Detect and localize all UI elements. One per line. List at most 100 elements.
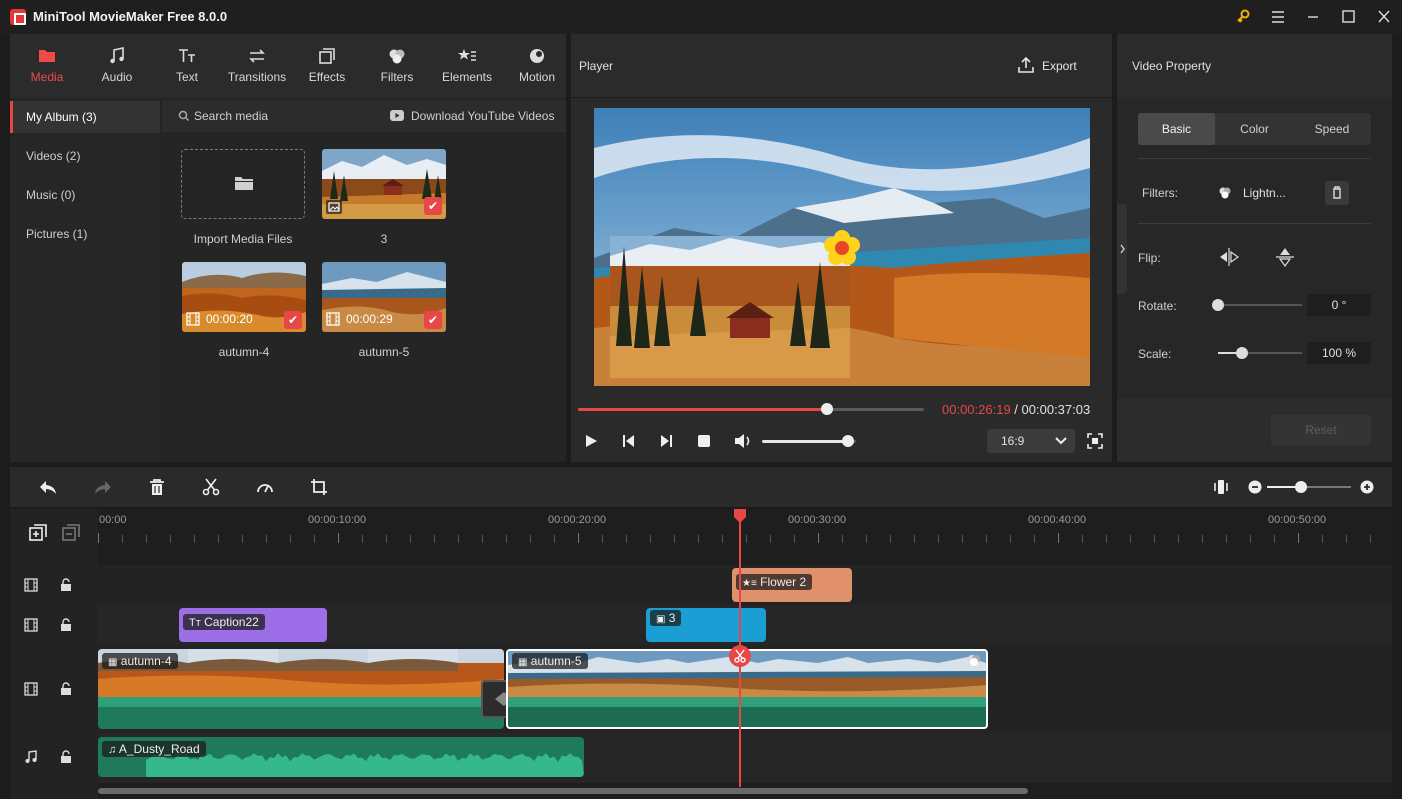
tab-filters[interactable]: Filters [362,34,432,98]
key-icon[interactable] [1228,5,1258,29]
ruler-tick [1034,535,1035,543]
crop-icon[interactable] [310,478,328,496]
remove-track-icon[interactable] [62,524,80,542]
tab-elements[interactable]: Elements [432,34,502,98]
play-button[interactable] [583,433,599,449]
flip-vertical-icon[interactable] [1273,246,1297,268]
lock-icon[interactable] [60,618,72,632]
video-preview[interactable] [594,108,1090,386]
rotate-slider[interactable] [1212,299,1302,311]
tab-label: Filters [380,70,414,84]
add-track-icon[interactable] [29,524,47,542]
video-clip-autumn-4[interactable]: ▦ autumn-4 [98,649,504,729]
panel-collapse-handle[interactable] [1117,204,1127,294]
album-item-videos[interactable]: Videos (2) [10,140,160,172]
scale-slider[interactable] [1218,347,1302,359]
speed-icon[interactable] [255,478,275,496]
sticker-clip[interactable]: ★≡ Flower 2 [732,568,852,602]
video-clip-label: ▦ autumn-5 [512,653,588,669]
next-frame-button[interactable] [658,433,674,449]
divider [1138,223,1371,224]
tab-color[interactable]: Color [1216,113,1293,145]
caption-clip[interactable]: Tт Caption22 [179,608,327,642]
maximize-button[interactable] [1333,5,1363,29]
timeline-scrollbar[interactable] [98,788,1028,794]
checked-icon[interactable]: ✔ [424,197,442,215]
volume-slider[interactable] [762,435,856,447]
zoom-in-icon[interactable] [1360,480,1374,494]
current-time: 00:00:26:19 [942,402,1011,417]
tab-speed[interactable]: Speed [1293,113,1371,145]
tab-label: Motion [518,70,556,84]
close-button[interactable] [1369,5,1399,29]
media-thumb-picture[interactable]: ✔ [322,149,446,219]
timeline: 00:00 00:00:10:00 00:00:20:00 00:00:30:0… [10,509,1392,799]
timeline-toolbar [10,467,1392,507]
minimize-button[interactable] [1298,5,1328,29]
tab-text[interactable]: Text [152,34,222,98]
search-input[interactable]: Search media [194,109,268,123]
volume-icon[interactable] [733,432,753,450]
ruler-tick [1346,535,1347,543]
ruler-tick [1298,533,1299,543]
music-clip[interactable]: ♫ A_Dusty_Road [98,737,584,777]
lock-icon[interactable] [60,682,72,696]
ruler-tick [1322,535,1323,543]
playhead-handle[interactable] [734,509,746,523]
music-clip-name: A_Dusty_Road [118,742,200,756]
progress-knob[interactable] [821,403,833,415]
media-thumb-video[interactable]: 00:00:29 ✔ [322,262,446,332]
tab-motion[interactable]: Motion [502,34,572,98]
volume-knob[interactable] [842,435,854,447]
menu-icon[interactable] [1263,5,1293,29]
split-scissors-icon[interactable] [729,645,751,667]
undo-icon[interactable] [38,478,58,496]
music-clip-label: ♫ A_Dusty_Road [102,741,206,757]
filter-applied-icon [966,653,982,667]
search-icon [178,110,190,122]
export-button[interactable]: Export [1042,59,1077,73]
rotate-knob[interactable] [1212,299,1224,311]
filter-value: Lightn... [1243,186,1286,200]
tab-media[interactable]: Media [12,34,82,98]
album-item-music[interactable]: Music (0) [10,179,160,211]
tab-basic[interactable]: Basic [1138,113,1215,145]
zoom-out-icon[interactable] [1248,480,1262,494]
tab-audio[interactable]: Audio [82,34,152,98]
previous-frame-button[interactable] [621,433,637,449]
reset-button[interactable]: Reset [1271,415,1371,445]
download-youtube-link[interactable]: Download YouTube Videos [411,109,554,123]
delete-filter-button[interactable] [1325,181,1349,205]
redo-icon[interactable] [93,478,113,496]
ruler-tick [914,535,915,543]
rotate-value-input[interactable]: 0 ° [1307,294,1371,316]
checked-icon[interactable]: ✔ [284,311,302,329]
scale-knob[interactable] [1236,347,1248,359]
fit-timeline-icon[interactable] [1213,478,1229,496]
import-media-button[interactable] [181,149,305,219]
delete-icon[interactable] [148,478,166,496]
audio-strip [508,697,986,707]
ruler-tick [938,535,939,543]
film-icon [186,312,200,326]
zoom-knob[interactable] [1295,481,1307,493]
album-item-my-album[interactable]: My Album (3) [10,101,160,133]
ruler-tick [722,535,723,543]
stop-button[interactable] [697,434,711,448]
split-icon[interactable] [202,478,220,496]
lock-icon[interactable] [60,578,72,592]
zoom-slider[interactable] [1267,481,1351,493]
scale-value-input[interactable]: 100 % [1307,342,1371,364]
tab-effects[interactable]: Effects [292,34,362,98]
tab-transitions[interactable]: Transitions [222,34,292,98]
checked-icon[interactable]: ✔ [424,311,442,329]
media-thumb-video[interactable]: 00:00:20 ✔ [182,262,306,332]
aspect-ratio-select[interactable]: 16:9 [987,429,1075,453]
lock-icon[interactable] [60,750,72,764]
progress-track[interactable] [578,403,924,415]
music-track-icon [24,750,38,764]
album-item-pictures[interactable]: Pictures (1) [10,218,160,250]
image-clip[interactable]: ▣ 3 [646,608,766,642]
flip-horizontal-icon[interactable] [1217,246,1241,268]
fullscreen-icon[interactable] [1087,433,1103,449]
